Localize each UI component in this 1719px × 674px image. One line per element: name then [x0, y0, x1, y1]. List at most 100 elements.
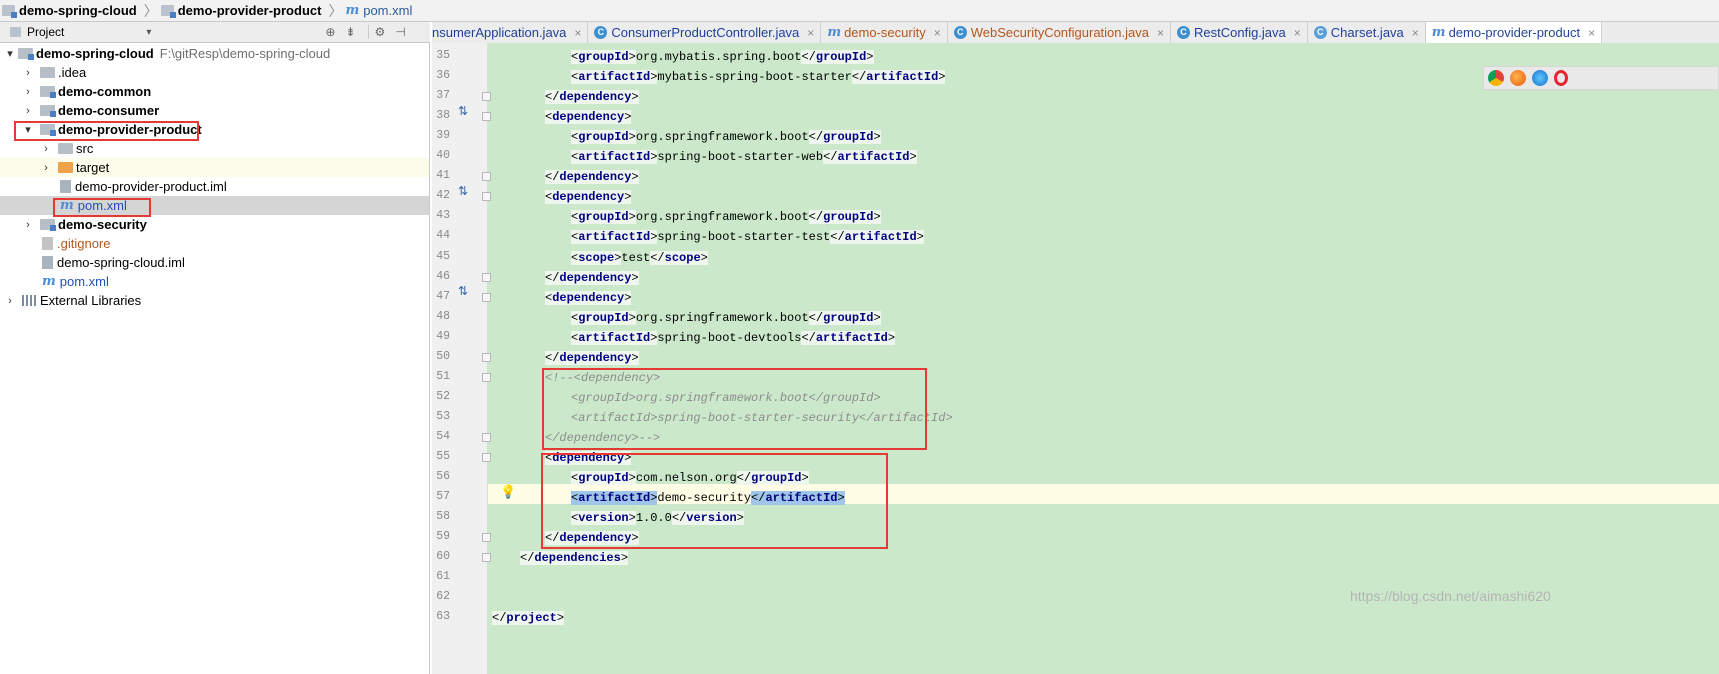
xml-close-tag: </project>: [492, 611, 565, 626]
chrome-icon[interactable]: [1488, 70, 1504, 86]
safari-icon[interactable]: [1532, 70, 1548, 86]
code-line: <dependency>: [545, 188, 632, 206]
line-number: 40: [436, 149, 450, 163]
line-number: 44: [436, 229, 450, 243]
line-number: 54: [436, 429, 450, 443]
highlight-box: [541, 453, 888, 549]
xml-open-tag: <dependency>: [545, 110, 632, 125]
fold-marker-icon[interactable]: [482, 292, 491, 302]
line-number: 50: [436, 349, 450, 363]
line-number: 39: [436, 129, 450, 143]
code-line: </project>: [492, 609, 565, 627]
xml-close-tag: </dependencies>: [520, 551, 629, 566]
fold-marker-icon[interactable]: [482, 432, 491, 442]
xml-close-tag: </artifactId>: [830, 230, 924, 245]
lightbulb-icon[interactable]: 💡: [500, 484, 516, 500]
xml-text: mybatis-spring-boot-starter: [657, 70, 852, 85]
xml-close-tag: </artifactId>: [823, 150, 917, 165]
xml-close-tag: </dependency>: [545, 170, 639, 185]
xml-text: org.springframework.boot: [635, 310, 809, 325]
line-number: 52: [436, 389, 450, 403]
override-marker-icon[interactable]: ⇅: [458, 184, 470, 200]
opera-icon[interactable]: [1554, 70, 1568, 86]
line-number: 42: [436, 189, 450, 203]
line-number: 38: [436, 109, 450, 123]
line-number: 47: [436, 289, 450, 303]
fold-marker-icon[interactable]: [482, 172, 491, 182]
fold-marker-icon[interactable]: [482, 192, 491, 202]
xml-close-tag: </artifactId>: [801, 330, 896, 345]
xml-close-tag: </dependency>: [545, 90, 639, 105]
xml-close-tag: </dependency>: [545, 270, 639, 285]
line-number: 35: [436, 49, 450, 62]
fold-marker-icon[interactable]: [482, 352, 491, 362]
xml-text: org.mybatis.spring.boot: [635, 50, 802, 64]
line-number: 61: [436, 570, 450, 584]
line-number: 58: [436, 510, 450, 524]
line-number: 41: [436, 169, 450, 183]
fold-marker-icon[interactable]: [482, 272, 491, 282]
line-number: 43: [436, 209, 450, 223]
line-number: 59: [436, 530, 450, 544]
xml-close-tag: </scope>: [650, 250, 708, 265]
line-number: 55: [436, 450, 450, 463]
line-number: 37: [436, 89, 450, 103]
code-line: <groupId>org.springframework.boot</group…: [571, 309, 881, 327]
code-line: <artifactId>mybatis-spring-boot-starter<…: [571, 68, 946, 86]
line-number: 51: [436, 369, 450, 383]
code-lines: 35 <groupId>org.mybatis.spring.boot</grou…: [0, 0, 1719, 674]
code-line: <artifactId>spring-boot-starter-web</art…: [571, 148, 917, 166]
code-line: </dependency>: [545, 349, 639, 367]
override-marker-icon[interactable]: ⇅: [458, 104, 470, 120]
code-line: </dependency>: [545, 168, 639, 186]
xml-open-tag: <scope>: [571, 250, 622, 265]
code-line: <groupId>org.springframework.boot</group…: [571, 208, 881, 226]
line-number: 62: [436, 590, 450, 604]
line-number: 63: [436, 610, 450, 624]
fold-marker-icon[interactable]: [482, 92, 491, 102]
xml-text: spring-boot-starter-web: [657, 150, 824, 165]
xml-text: test: [621, 250, 651, 265]
fold-marker-icon[interactable]: [482, 372, 491, 382]
browser-preview-toolbar: [1483, 66, 1719, 90]
xml-open-tag: <artifactId>: [571, 150, 658, 165]
xml-open-tag: <artifactId>: [571, 330, 658, 345]
line-number: 45: [436, 249, 450, 263]
xml-close-tag: </groupId>: [801, 50, 874, 64]
xml-close-tag: </groupId>: [808, 210, 881, 225]
xml-text: org.springframework.boot: [635, 130, 809, 145]
line-number: 57: [436, 490, 450, 504]
override-marker-icon[interactable]: ⇅: [458, 284, 470, 300]
firefox-icon[interactable]: [1510, 70, 1526, 86]
xml-open-tag: <dependency>: [545, 290, 632, 305]
line-number: 46: [436, 269, 450, 283]
xml-open-tag: <groupId>: [571, 210, 636, 225]
fold-marker-icon[interactable]: [482, 533, 491, 543]
xml-close-tag: </groupId>: [808, 130, 881, 145]
watermark: https://blog.csdn.net/aimashi620: [1350, 588, 1551, 604]
xml-text: spring-boot-devtools: [657, 330, 802, 345]
xml-open-tag: <artifactId>: [571, 230, 658, 245]
xml-close-tag: </artifactId>: [851, 70, 946, 85]
xml-open-tag: <groupId>: [571, 130, 636, 145]
code-line: <dependency>: [545, 108, 632, 126]
fold-marker-icon[interactable]: [482, 112, 491, 122]
code-line: <groupId>org.mybatis.spring.boot</groupI…: [571, 48, 874, 66]
xml-open-tag: <artifactId>: [571, 70, 658, 85]
xml-open-tag: <dependency>: [545, 190, 632, 205]
code-line: <artifactId>spring-boot-starter-test</ar…: [571, 228, 924, 246]
xml-text: org.springframework.boot: [635, 210, 809, 225]
line-number: 56: [436, 470, 450, 484]
line-number: 53: [436, 409, 450, 423]
code-line: <artifactId>spring-boot-devtools</artifa…: [571, 329, 896, 347]
line-number: 49: [436, 329, 450, 343]
code-line: </dependency>: [545, 269, 639, 287]
highlight-box: [542, 368, 927, 450]
fold-marker-icon[interactable]: [482, 553, 491, 563]
code-line: </dependency>: [545, 88, 639, 106]
xml-close-tag: </groupId>: [808, 310, 881, 325]
fold-marker-icon[interactable]: [482, 453, 491, 462]
xml-text: spring-boot-starter-test: [657, 230, 831, 245]
code-line: </dependencies>: [520, 549, 629, 567]
line-number: 36: [436, 69, 450, 83]
